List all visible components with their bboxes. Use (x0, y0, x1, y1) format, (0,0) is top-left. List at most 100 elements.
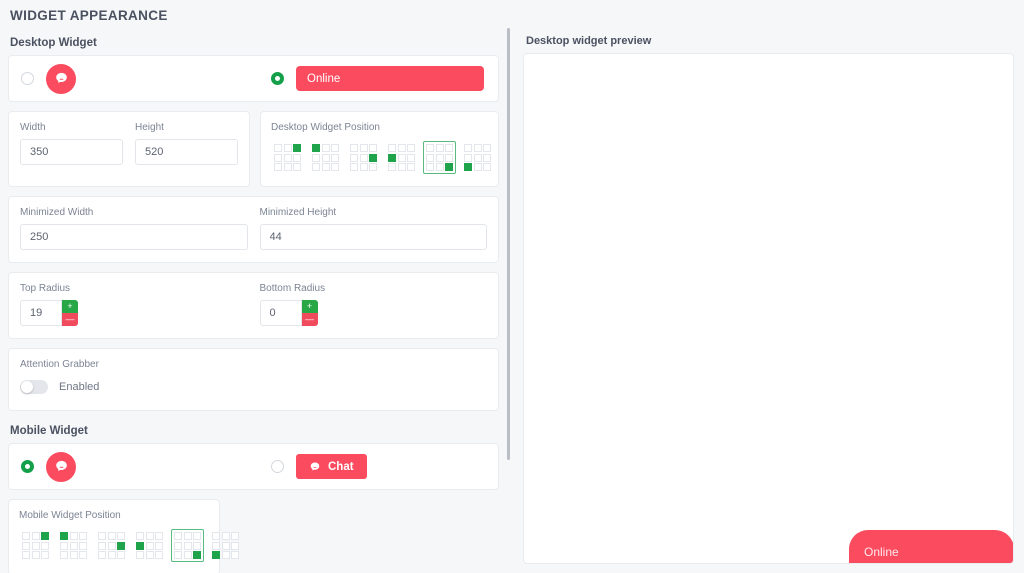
mobile-position-top-right[interactable] (19, 529, 52, 562)
desktop-style-bubble-radio[interactable] (21, 72, 34, 85)
top-radius-increment-button[interactable]: + (62, 300, 78, 313)
position-cell (331, 163, 339, 171)
bottom-radius-input[interactable] (259, 300, 302, 326)
desktop-position-top-left[interactable] (309, 141, 342, 174)
position-cell (221, 551, 230, 559)
mobile-position-bottom-right[interactable] (171, 529, 204, 562)
attention-grabber-label: Attention Grabber (20, 359, 99, 370)
position-cell (464, 144, 472, 152)
position-cell (321, 153, 330, 162)
position-cell (183, 551, 192, 559)
desktop-position-middle-left[interactable] (385, 141, 418, 174)
desktop-style-bar-radio[interactable] (271, 72, 284, 85)
settings-panel: WIDGET APPEARANCE Desktop Widget Online (0, 0, 509, 573)
position-cell (464, 163, 472, 171)
position-cell (117, 551, 125, 559)
position-cell (359, 144, 368, 152)
position-cell (321, 163, 330, 171)
position-cell (388, 144, 396, 152)
mobile-style-option-bubble[interactable] (21, 451, 271, 482)
height-input[interactable] (135, 139, 238, 165)
position-cell (274, 163, 282, 171)
mobile-position-top-left[interactable] (57, 529, 90, 562)
chat-bubble-icon (46, 451, 76, 482)
mobile-position-bottom-left[interactable] (209, 529, 242, 562)
minimized-height-input[interactable] (259, 224, 487, 250)
online-bar-preview: Online (296, 66, 484, 91)
position-cell (293, 163, 301, 171)
position-cell (369, 153, 377, 162)
attention-grabber-toggle[interactable] (20, 380, 48, 394)
widget-appearance-page: WIDGET APPEARANCE Desktop Widget Online (0, 0, 1024, 573)
mobile-style-bubble-radio[interactable] (21, 460, 34, 473)
bottom-radius-decrement-button[interactable]: — (301, 313, 318, 326)
position-cell (483, 153, 491, 162)
mobile-position-middle-left[interactable] (133, 529, 166, 562)
desktop-dimensions-card: Width Height (8, 111, 250, 187)
position-cell (435, 163, 444, 171)
position-cell (369, 144, 377, 152)
mobile-style-option-chat-button[interactable]: Chat (271, 454, 367, 479)
position-cell (60, 551, 68, 559)
preview-canvas: Online (523, 53, 1014, 564)
top-radius-input[interactable] (20, 300, 62, 326)
position-cell (183, 541, 192, 550)
desktop-style-option-bar[interactable]: Online (271, 66, 484, 91)
position-cell (369, 163, 377, 171)
position-cell (117, 532, 125, 540)
position-cell (41, 551, 49, 559)
mobile-position-middle-right[interactable] (95, 529, 128, 562)
position-cell (407, 144, 415, 152)
preview-widget-bar[interactable]: Online (849, 530, 1013, 563)
position-cell (312, 144, 320, 152)
attention-grabber-toggle-label: Enabled (59, 381, 100, 393)
position-cell (60, 532, 68, 540)
position-cell (193, 532, 201, 540)
settings-scrollbar-thumb[interactable] (507, 28, 510, 460)
desktop-widget-style-card: Online (8, 55, 499, 102)
position-cell (283, 163, 292, 171)
bottom-radius-increment-button[interactable]: + (301, 300, 318, 313)
mobile-widget-style-card: Chat (8, 443, 499, 490)
position-cell (193, 551, 201, 559)
top-radius-decrement-button[interactable]: — (62, 313, 78, 326)
position-cell (69, 541, 78, 550)
position-cell (155, 551, 163, 559)
position-cell (174, 541, 182, 550)
mobile-widget-style-chooser: Chat (9, 444, 498, 489)
position-cell (445, 144, 453, 152)
position-cell (193, 541, 201, 550)
position-cell (312, 153, 320, 162)
position-cell (212, 551, 220, 559)
desktop-position-bottom-right[interactable] (423, 141, 456, 174)
position-cell (212, 532, 220, 540)
position-cell (60, 541, 68, 550)
attention-grabber-toggle-row[interactable]: Enabled (20, 380, 487, 394)
position-cell (107, 532, 116, 540)
bottom-radius-label: Bottom Radius (259, 283, 326, 294)
position-cell (397, 153, 406, 162)
minimized-width-input[interactable] (20, 224, 248, 250)
desktop-style-option-bubble[interactable] (21, 63, 271, 94)
position-cell (359, 163, 368, 171)
mobile-position-card: Mobile Widget Position (8, 499, 239, 573)
bottom-radius-group: Bottom Radius + — (254, 283, 488, 326)
position-cell (174, 551, 182, 559)
desktop-position-bottom-left[interactable] (461, 141, 494, 174)
position-cell (435, 144, 444, 152)
position-cell (98, 551, 106, 559)
width-input[interactable] (20, 139, 123, 165)
position-cell (445, 163, 453, 171)
position-cell (331, 144, 339, 152)
desktop-position-middle-right[interactable] (347, 141, 380, 174)
top-radius-label: Top Radius (20, 283, 71, 294)
desktop-position-top-right[interactable] (271, 141, 304, 174)
minimized-width-group: Minimized Width (20, 207, 254, 250)
position-cell (212, 541, 220, 550)
position-cell (274, 144, 282, 152)
height-field-group: Height (129, 122, 238, 165)
desktop-position-options (271, 141, 491, 174)
position-cell (221, 541, 230, 550)
chat-bubble-icon (46, 63, 76, 94)
mobile-style-chat-radio[interactable] (271, 460, 284, 473)
